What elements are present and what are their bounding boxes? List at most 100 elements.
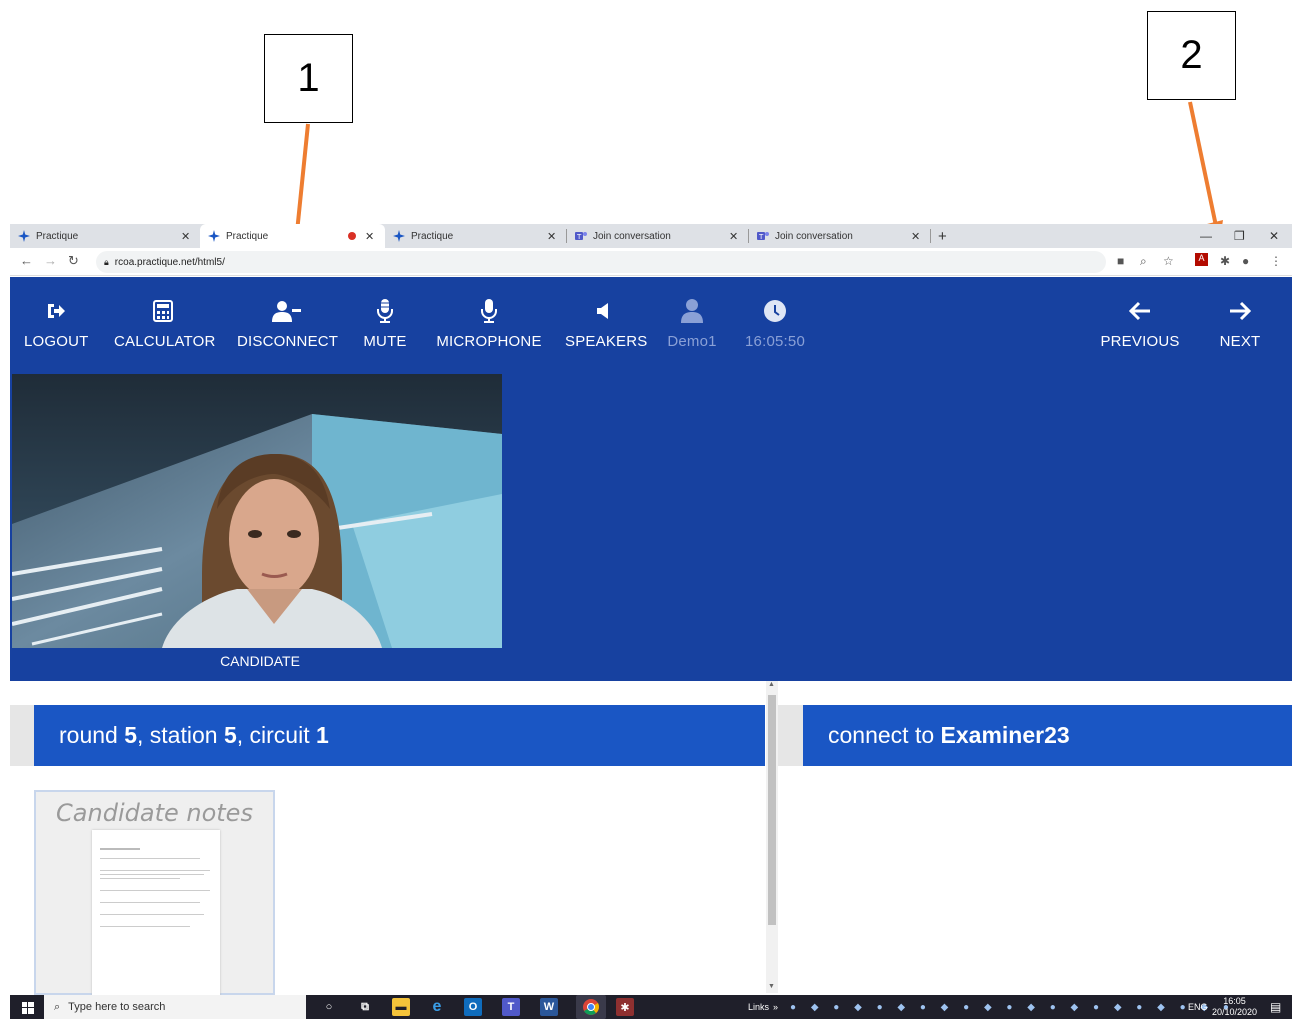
disconnect-button[interactable]: DISCONNECT — [237, 297, 339, 350]
svg-text:T: T — [758, 233, 764, 241]
speakers-label: SPEAKERS — [565, 333, 648, 350]
tab-close-icon[interactable]: ✕ — [365, 230, 374, 243]
forward-icon[interactable]: → — [44, 253, 57, 268]
logout-icon — [24, 297, 88, 325]
task-view-icon[interactable]: ⧉ — [356, 998, 374, 1016]
speaker-icon — [565, 297, 641, 325]
bookmark-star-icon[interactable]: ☆ — [1163, 254, 1174, 268]
url-field[interactable]: 🔒︎ rcoa.practique.net/html5/ — [96, 251, 1106, 273]
extensions-puzzle-icon[interactable]: ✱ — [1220, 254, 1230, 268]
practique-favicon-icon — [393, 230, 405, 242]
microphone-mute-icon — [360, 297, 410, 325]
scroll-up-icon[interactable]: ▲ — [768, 681, 775, 688]
mute-button[interactable]: MUTE — [360, 297, 410, 350]
zoom-icon[interactable]: ⌕ — [1140, 254, 1147, 269]
candidate-notes-thumbnail — [92, 830, 220, 997]
minimize-icon[interactable]: — — [1200, 224, 1212, 248]
logout-button[interactable]: LOGOUT — [24, 297, 88, 350]
next-button[interactable]: NEXT — [1218, 297, 1262, 350]
disconnect-label: DISCONNECT — [237, 333, 339, 350]
user-display: Demo1 — [662, 297, 722, 350]
profile-icon[interactable]: ● — [1242, 254, 1249, 268]
tab-close-icon[interactable]: ✕ — [547, 230, 556, 243]
station-header: round 5 , station 5 , circuit 1 — [34, 705, 765, 766]
taskbar-clock[interactable]: 16:05 20/10/2020 — [1212, 995, 1257, 1019]
search-icon: ⌕ — [54, 1000, 61, 1013]
file-explorer-icon[interactable]: ▬ — [392, 998, 410, 1016]
recording-indicator-icon — [348, 232, 356, 240]
notifications-icon[interactable]: ▤ — [1270, 1000, 1281, 1014]
url-text: rcoa.practique.net/html5/ — [114, 256, 225, 268]
calculator-button[interactable]: CALCULATOR — [114, 297, 215, 350]
reload-icon[interactable]: ↻ — [68, 253, 79, 269]
edge-icon[interactable]: e — [428, 998, 446, 1016]
browser-menu-icon[interactable]: ⋮ — [1270, 254, 1282, 268]
app-main-area: LOGOUT CALCULATOR DISCONNECT MUTE MICROP… — [10, 277, 1292, 681]
taskbar-search-box[interactable]: ⌕ Type here to search — [44, 995, 306, 1019]
tab-title: Practique — [411, 230, 454, 242]
practique-favicon-icon — [18, 230, 30, 242]
tab-title: Join conversation — [593, 230, 671, 242]
windows-taskbar: ⌕ Type here to search ○ ⧉ ▬ e O T W ✱ Li… — [10, 995, 1292, 1019]
taskbar-links-label[interactable]: Links» — [748, 995, 778, 1019]
tab-title: Practique — [226, 230, 269, 242]
new-tab-button[interactable]: + — [938, 224, 947, 248]
connection-pane: connect to Examiner23 — [778, 681, 1292, 993]
input-language[interactable]: ENG — [1188, 995, 1208, 1019]
teams-favicon-icon: T — [575, 230, 587, 242]
candidate-notes-title: Candidate notes — [56, 799, 253, 827]
cortana-icon[interactable]: ○ — [320, 998, 338, 1016]
browser-address-bar: ← → ↻ 🔒︎ rcoa.practique.net/html5/ ■ ⌕ ☆… — [10, 248, 1292, 276]
candidate-video-feed — [12, 374, 502, 648]
station-label: , station — [137, 722, 224, 748]
annotation-box-2: 2 — [1147, 11, 1236, 100]
chrome-icon[interactable] — [576, 995, 606, 1019]
links-text: Links — [748, 1002, 770, 1012]
station-number: 5 — [223, 722, 237, 748]
microphone-label: MICROPHONE — [436, 333, 542, 350]
teams-icon[interactable]: T — [502, 998, 520, 1016]
practique-favicon-icon — [208, 230, 220, 242]
svg-text:T: T — [576, 233, 582, 241]
previous-button[interactable]: PREVIOUS — [1100, 297, 1180, 350]
browser-tab[interactable]: Practique ✕ — [385, 224, 567, 248]
round-number: 5 — [124, 722, 138, 748]
back-icon[interactable]: ← — [20, 253, 33, 268]
microphone-button[interactable]: MICROPHONE — [435, 297, 543, 350]
teams-favicon-icon: T — [757, 230, 769, 242]
scroll-down-icon[interactable]: ▼ — [768, 983, 775, 990]
scrollbar-thumb[interactable] — [768, 695, 776, 925]
taskbar-date: 20/10/2020 — [1212, 1007, 1258, 1017]
calculator-icon — [114, 297, 212, 325]
windows-start-icon[interactable] — [22, 1001, 34, 1019]
taskbar-search-placeholder: Type here to search — [68, 1001, 166, 1013]
acrobat-extension-icon[interactable]: A — [1195, 253, 1208, 266]
circuit-number: 1 — [315, 722, 329, 748]
user-minus-icon — [237, 297, 337, 325]
word-icon[interactable]: W — [540, 998, 558, 1016]
examiner-name: Examiner23 — [940, 722, 1070, 748]
system-tray-icons[interactable]: ● ◆ ● ◆ ● ◆ ● ◆ ● ◆ ● ◆ ● ◆ ● ◆ ● ◆ ● ◆ … — [790, 995, 1235, 1019]
app-badge-icon[interactable]: ✱ — [616, 998, 634, 1016]
browser-tab-active[interactable]: Practique ✕ — [200, 224, 385, 248]
restore-icon[interactable]: ❐ — [1234, 224, 1245, 248]
speakers-button[interactable]: SPEAKERS — [565, 297, 648, 350]
camera-icon[interactable]: ■ — [1117, 254, 1124, 268]
browser-tab[interactable]: T Join conversation ✕ — [567, 224, 749, 248]
vertical-scrollbar[interactable]: ▲ ▼ — [766, 681, 778, 993]
clock-time: 16:05:50 — [745, 333, 805, 350]
circuit-label: , circuit — [236, 722, 316, 748]
lock-icon: 🔒︎ — [104, 256, 109, 267]
close-window-icon[interactable]: ✕ — [1269, 224, 1279, 248]
browser-tab[interactable]: T Join conversation ✕ — [749, 224, 931, 248]
tab-close-icon[interactable]: ✕ — [911, 230, 920, 243]
candidate-notes-card[interactable]: Candidate notes — [34, 790, 275, 997]
outlook-icon[interactable]: O — [464, 998, 482, 1016]
tab-close-icon[interactable]: ✕ — [729, 230, 738, 243]
tab-title: Join conversation — [775, 230, 853, 242]
previous-label: PREVIOUS — [1100, 333, 1180, 350]
browser-tab[interactable]: Practique ✕ — [10, 224, 200, 248]
tab-separator — [930, 229, 931, 243]
arrow-right-icon — [1218, 297, 1262, 325]
tab-close-icon[interactable]: ✕ — [181, 230, 190, 243]
